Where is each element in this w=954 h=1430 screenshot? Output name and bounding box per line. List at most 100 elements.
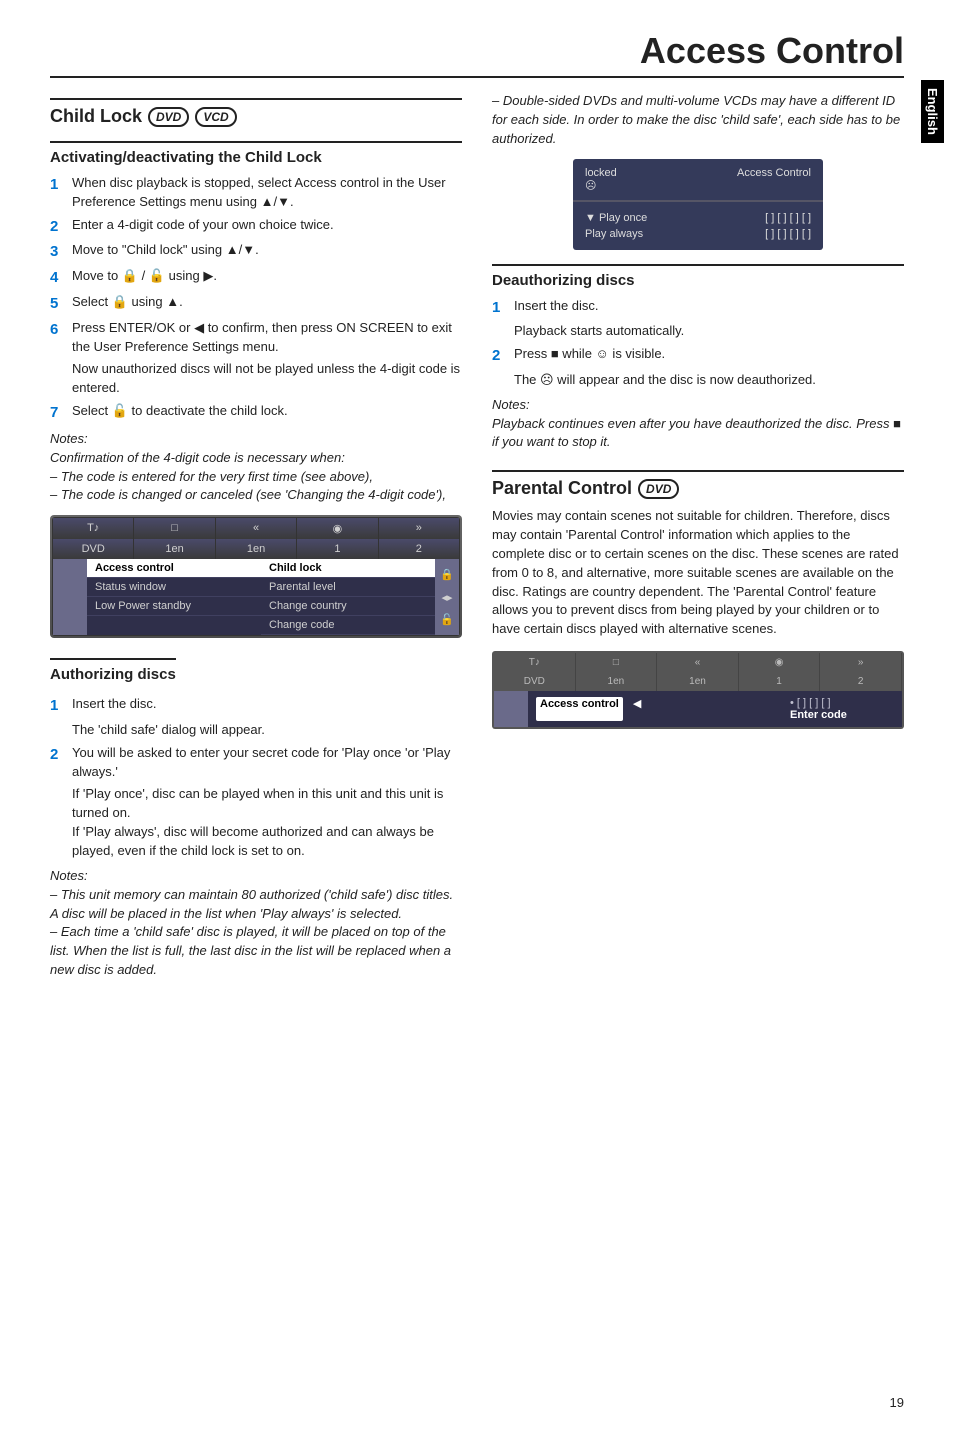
parental-para: Movies may contain scenes not suitable f…: [492, 507, 904, 639]
osd-menu: Access control Status window Low Power s…: [87, 559, 261, 635]
step-num-1: 1: [50, 695, 72, 717]
osd-screenshot-2: T♪ □ « ◉ » DVD 1en 1en 1 2 Access contro…: [492, 651, 904, 729]
osd-right-pane: • [ ] [ ] [ ] Enter code: [782, 691, 902, 727]
osd-sidebar-icons: [53, 559, 87, 635]
osd-tab: ◉: [297, 518, 378, 539]
note-line: Confirmation of the 4-digit code is nece…: [50, 449, 462, 468]
dvd-badge-icon: DVD: [148, 107, 189, 127]
step-text: Move to "Child lock" using ▲/▼.: [72, 241, 462, 263]
note-line: – The code is entered for the very first…: [50, 468, 462, 487]
osd-row-left: ▼ Play once: [585, 212, 647, 224]
page-title: Access Control: [50, 30, 904, 78]
osd-tab-label: 1en: [576, 672, 658, 691]
osd-tab: ◉: [739, 653, 821, 672]
step-num-2: 2: [50, 216, 72, 238]
osd-row-left: Access control: [95, 562, 174, 574]
osd-screenshot-1: T♪ □ « ◉ » DVD 1en 1en 1 2 Access contro: [50, 515, 462, 638]
authorizing-para-a: If 'Play once', disc can be played when …: [72, 785, 462, 823]
notes-heading: Notes:: [50, 867, 462, 886]
subsection-deauthorizing: Deauthorizing discs: [492, 264, 904, 289]
step-text: Press ENTER/OK or ◀ to confirm, then pre…: [72, 319, 462, 357]
step-text: Press ■ while ☺ is visible.: [514, 345, 904, 367]
step-num-2: 2: [492, 345, 514, 367]
osd-tab-label: 2: [379, 539, 459, 559]
osd-tab: T♪: [494, 653, 576, 672]
osd-row-right: Child lock: [269, 562, 322, 574]
osd-tab-label: 1: [297, 539, 378, 559]
osd-sidebar: [494, 691, 528, 727]
note-line: – Each time a 'child safe' disc is playe…: [50, 923, 462, 980]
step-num-5: 5: [50, 293, 72, 315]
authorizing-step2: 2You will be asked to enter your secret …: [50, 744, 462, 782]
note-line: – The code is changed or canceled (see '…: [50, 486, 462, 505]
notes-heading: Notes:: [492, 396, 904, 415]
step-text: Enter a 4-digit code of your own choice …: [72, 216, 462, 238]
note-line: Playback continues even after you have d…: [492, 415, 904, 453]
osd-access-control-hi: Access control: [536, 697, 623, 721]
section-parental-label: Parental Control: [492, 478, 632, 499]
left-arrow-icon: ◀: [633, 697, 641, 721]
section-parental-control: Parental Control DVD: [492, 470, 904, 499]
step-text: Insert the disc.: [72, 695, 462, 717]
osd-row-left: Low Power standby: [95, 600, 191, 612]
deauth-steps: 1Insert the disc.: [492, 297, 904, 319]
osd-row-right: Parental level: [269, 581, 336, 593]
step-num-4: 4: [50, 267, 72, 289]
step-text: When disc playback is stopped, select Ac…: [72, 174, 462, 212]
osd-tab: «: [216, 518, 297, 539]
osd-tab-label: 2: [820, 672, 902, 691]
osd-tab-label: 1en: [216, 539, 297, 559]
step-text: Insert the disc.: [514, 297, 904, 319]
authorizing-para-b: If 'Play always', disc will become autho…: [72, 823, 462, 861]
osd-tab: □: [134, 518, 215, 539]
subsection-activating: Activating/deactivating the Child Lock: [50, 141, 462, 166]
step-text: Select 🔓 to deactivate the child lock.: [72, 402, 462, 424]
notes-heading: Notes:: [50, 430, 462, 449]
top-note: – Double-sided DVDs and multi-volume VCD…: [492, 92, 904, 149]
osd-tab-label: 1: [739, 672, 821, 691]
step6-note: Now unauthorized discs will not be playe…: [72, 360, 462, 398]
authorizing-steps: 1Insert the disc.: [50, 695, 462, 717]
arrows-icon: ◂▸: [441, 591, 452, 604]
osd-head-left: locked☹: [585, 167, 617, 192]
step-num-7: 7: [50, 402, 72, 424]
lock-open-icon: 🔓: [440, 613, 454, 626]
osd-enter-code: Enter code: [790, 709, 894, 721]
step-num-3: 3: [50, 241, 72, 263]
osd-tab: □: [576, 653, 658, 672]
deauth-indent2: The ☹ will appear and the disc is now de…: [514, 371, 904, 390]
page-number: 19: [890, 1395, 904, 1410]
osd-tab-label: 1en: [134, 539, 215, 559]
lock-closed-icon: 🔒: [440, 568, 454, 581]
notes-block-3: Notes: Playback continues even after you…: [492, 396, 904, 453]
osd-menu-right: Child lock Parental level Change country…: [261, 559, 435, 635]
step-num-1: 1: [50, 174, 72, 212]
osd-locked-dialog: locked☹ Access Control ▼ Play once[ ] [ …: [573, 159, 823, 250]
language-tab: English: [921, 80, 944, 143]
authorizing-indent: The 'child safe' dialog will appear.: [72, 721, 462, 740]
osd-lock-icons: 🔒 ◂▸ 🔓: [435, 559, 459, 635]
osd-tab: T♪: [53, 518, 134, 539]
dvd-badge-icon: DVD: [638, 479, 679, 499]
notes-block-1: Notes: Confirmation of the 4-digit code …: [50, 430, 462, 505]
deauth-indent1: Playback starts automatically.: [514, 322, 904, 341]
osd-row-left: Play always: [585, 228, 643, 240]
activating-steps: 1When disc playback is stopped, select A…: [50, 174, 462, 356]
osd-tab: »: [820, 653, 902, 672]
osd-tab-label: DVD: [53, 539, 134, 559]
osd-tab-label: 1en: [657, 672, 739, 691]
osd-row-left: Status window: [95, 581, 166, 593]
osd-head-right: Access Control: [737, 167, 811, 192]
step-text: You will be asked to enter your secret c…: [72, 744, 462, 782]
sad-face-icon: ☹: [585, 180, 596, 192]
vcd-badge-icon: VCD: [195, 107, 236, 127]
osd-tab-label: DVD: [494, 672, 576, 691]
subsection-authorizing: Authorizing discs: [50, 658, 176, 683]
step-text: Select 🔒 using ▲.: [72, 293, 462, 315]
step-text: Move to 🔒 / 🔓 using ▶.: [72, 267, 462, 289]
osd-tab: »: [379, 518, 459, 539]
osd-code-dots: • [ ] [ ] [ ]: [790, 697, 894, 709]
section-child-lock: Child Lock DVD VCD: [50, 98, 462, 127]
step-num-2: 2: [50, 744, 72, 782]
left-column: Child Lock DVD VCD Activating/deactivati…: [50, 92, 462, 980]
